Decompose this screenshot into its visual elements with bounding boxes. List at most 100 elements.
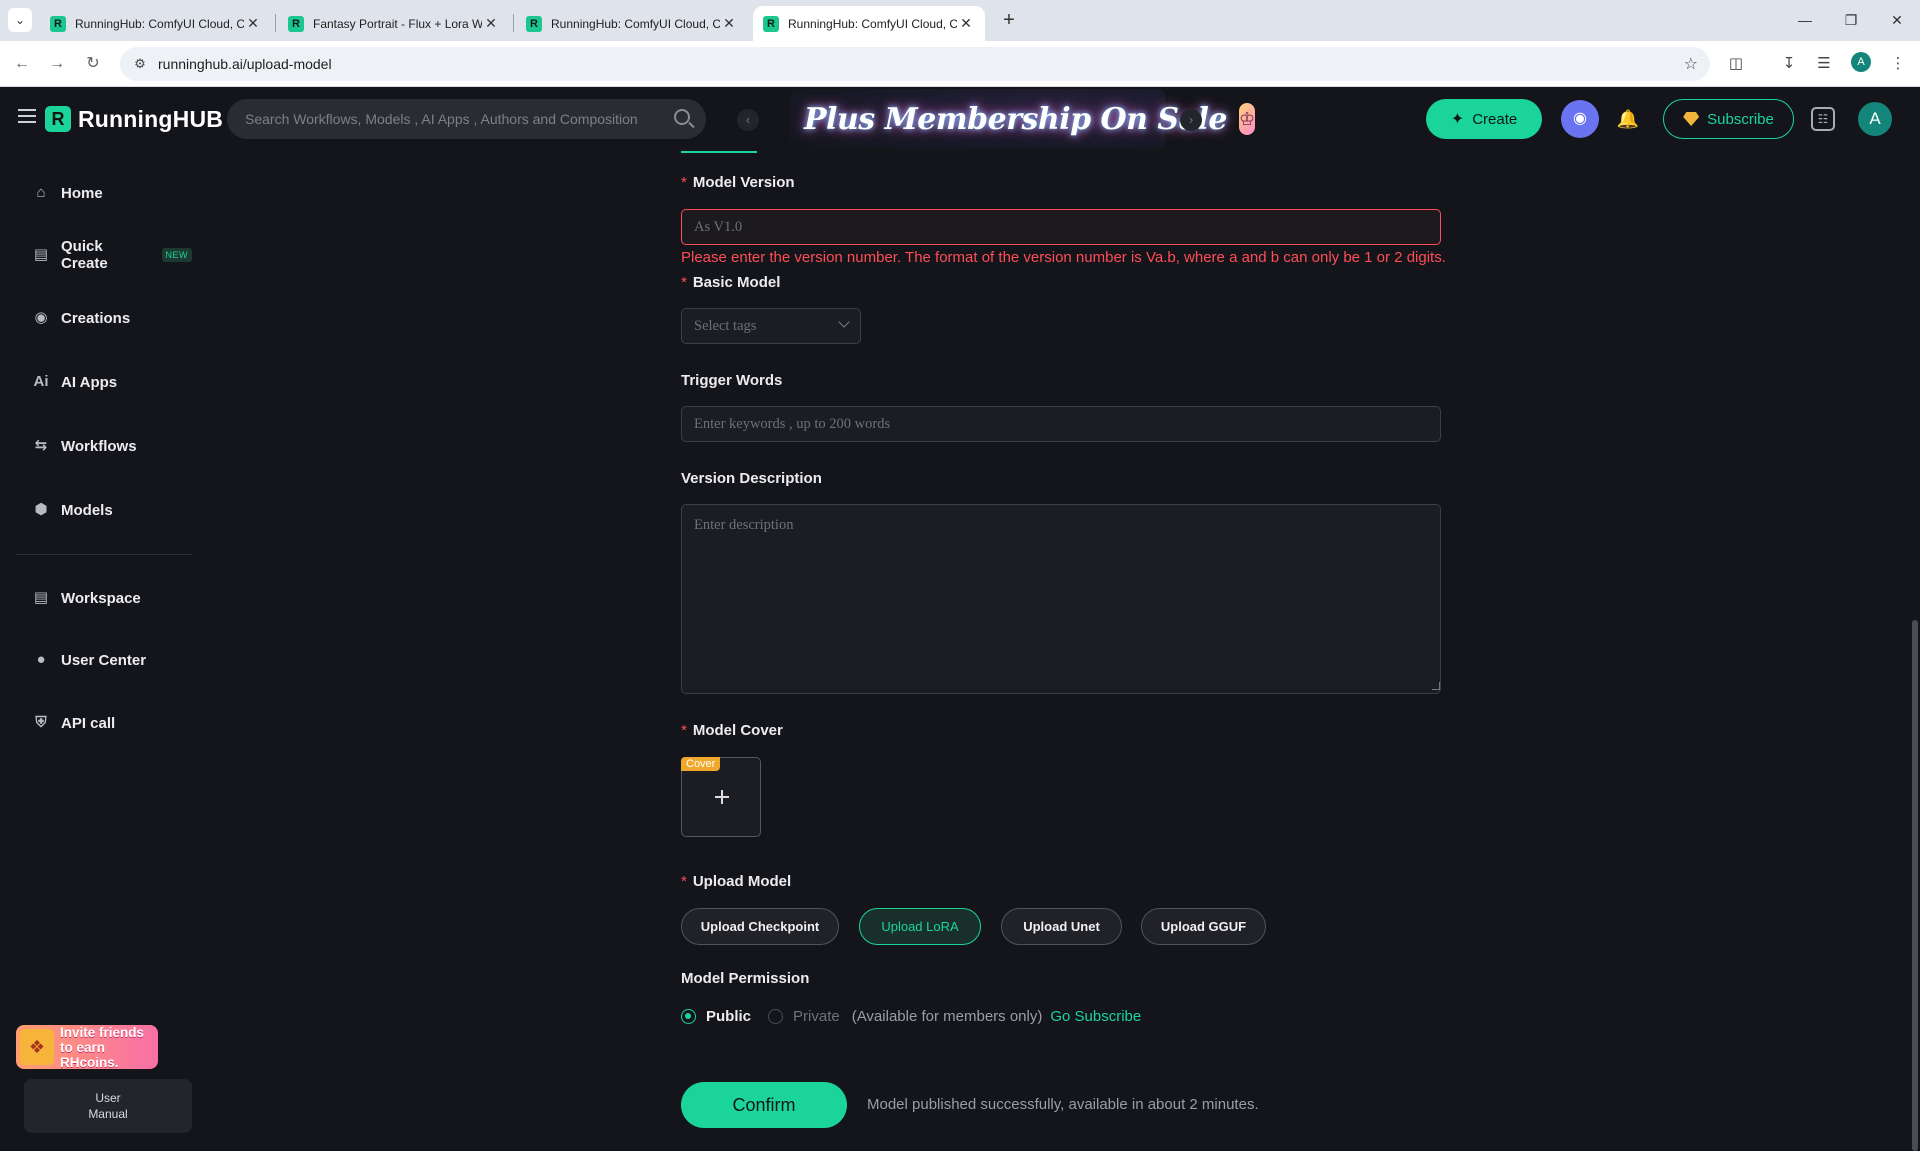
menu-hamburger-icon[interactable] [18,109,36,123]
restore-window-icon[interactable]: ❐ [1836,8,1866,32]
active-step-indicator [681,151,757,153]
cover-tag: Cover [681,757,721,771]
cover-upload-box[interactable]: Cover [681,757,761,837]
model-version-input[interactable] [681,209,1441,245]
go-subscribe-link[interactable]: Go Subscribe [1050,1008,1141,1025]
api-icon: ⛨ [35,714,47,731]
browser-profile-avatar[interactable]: A [1851,52,1871,72]
upload-checkpoint-button[interactable]: Upload Checkpoint [681,908,839,945]
basic-model-select[interactable]: Select tags [681,308,861,344]
sidebar-item-models[interactable]: ⬢ Models [16,490,192,530]
private-radio[interactable] [768,1008,784,1024]
sidebar-item-home[interactable]: ⌂ Home [16,173,192,213]
global-search[interactable] [227,99,706,139]
runninghub-logo-icon[interactable]: R [45,106,71,132]
url-omnibox[interactable]: ⚙ runninghub.ai/upload-model ☆ [120,47,1710,81]
public-radio[interactable] [681,1008,696,1024]
trigger-words-input[interactable] [681,406,1441,442]
sidebar-item-workflows[interactable]: ⇆ Workflows [16,426,192,466]
site-info-icon[interactable]: ⚙ [126,56,154,72]
new-badge: NEW [161,248,192,262]
required-asterisk: * [681,722,687,739]
carousel-prev-icon[interactable]: ‹ [737,109,759,131]
create-button[interactable]: ✦ Create [1426,99,1542,139]
trigger-words-label: Trigger Words [681,372,783,389]
textarea-resize-handle[interactable] [1432,682,1440,690]
required-asterisk: * [681,174,687,191]
back-arrow-icon[interactable]: ← [10,52,34,76]
tab-title: RunningHub: ComfyUI Cloud, C [75,16,244,31]
model-cover-label: * Model Cover [681,722,783,739]
close-tab-icon[interactable]: ✕ [244,15,262,32]
notification-bell-icon[interactable]: 🔔 [1616,107,1640,131]
upload-gguf-button[interactable]: Upload GGUF [1141,908,1266,945]
downloads-icon[interactable]: ↧ [1777,52,1801,76]
workspace-icon: ▤ [33,589,49,606]
bookmark-star-icon[interactable]: ☆ [1684,54,1698,74]
sidebar-item-creations[interactable]: ◉ Creations [16,298,192,338]
upload-lora-button[interactable]: Upload LoRA [859,908,981,945]
carousel-next-icon[interactable]: › [1180,109,1202,131]
ai-apps-icon: Ai [33,373,49,390]
private-label[interactable]: Private [793,1008,840,1025]
search-input[interactable] [245,111,665,127]
language-switch-icon[interactable]: ☷ [1811,107,1835,131]
logo-text[interactable]: RunningHUB [78,106,223,133]
close-tab-icon[interactable]: ✕ [482,15,500,32]
invite-line-1: Invite friends [60,1024,145,1040]
close-tab-icon[interactable]: ✕ [957,15,975,32]
create-label: Create [1472,110,1518,128]
invite-friends-banner[interactable]: ❖ Invite friends to earn RHcoins. [16,1025,158,1070]
close-window-icon[interactable]: ✕ [1882,8,1912,32]
model-version-label: * Model Version [681,174,795,191]
subscribe-button[interactable]: Subscribe [1663,99,1794,139]
page-scrollbar[interactable] [1912,620,1918,1151]
url-text[interactable]: runninghub.ai/upload-model [158,56,332,72]
sidebar-item-label: Workflows [61,437,137,455]
user-manual-button[interactable]: User Manual [24,1079,192,1133]
browser-menu-icon[interactable]: ⋮ [1886,52,1910,76]
close-tab-icon[interactable]: ✕ [720,15,738,32]
permission-radio-group: Public Private (Available for members on… [681,1006,1141,1026]
publish-status-note: Model published successfully, available … [867,1096,1259,1113]
sidebar-item-label: AI Apps [61,373,118,391]
reload-icon[interactable]: ↻ [81,52,105,76]
sidebar-item-user-center[interactable]: ● User Center [16,640,192,680]
sidebar-item-workspace[interactable]: ▤ Workspace [16,578,192,618]
forward-arrow-icon[interactable]: → [45,52,69,76]
basic-model-label: * Basic Model [681,274,780,291]
promo-banner[interactable]: Plus Membership On Sale ♔ [790,89,1256,149]
home-icon: ⌂ [36,184,46,201]
invite-text: Invite friends to earn RHcoins. [60,1025,158,1070]
user-avatar[interactable]: A [1858,102,1892,136]
runninghub-favicon-icon: R [526,15,542,32]
media-controls-icon[interactable]: ☰ [1812,52,1836,76]
magic-wand-icon: ✦ [1450,111,1465,128]
tab-title: Fantasy Portrait - Flux + Lora W [313,16,482,31]
runninghub-favicon-icon: R [763,15,779,32]
confirm-button[interactable]: Confirm [681,1082,847,1128]
search-icon[interactable] [674,109,690,125]
browser-tab-1[interactable]: R RunningHub: ComfyUI Cloud, C ✕ [40,6,272,41]
new-tab-button[interactable]: + [996,8,1022,34]
version-description-textarea[interactable] [681,504,1441,694]
sidebar-item-api-call[interactable]: ⛨ API call [16,703,192,743]
public-label[interactable]: Public [706,1008,751,1025]
sidebar-item-quick-create[interactable]: ▤ Quick Create NEW [16,235,192,275]
extensions-icon[interactable]: ◫ [1724,52,1748,76]
models-icon: ⬢ [34,501,48,518]
sidebar-item-label: Quick Create [61,238,108,272]
minimize-window-icon[interactable]: — [1790,8,1820,32]
manual-line-1: User [95,1091,121,1105]
tab-separator [275,14,276,32]
browser-tab-3[interactable]: R RunningHub: ComfyUI Cloud, C ✕ [516,6,748,41]
browser-tab-4-active[interactable]: R RunningHub: ComfyUI Cloud, C ✕ [753,6,985,41]
version-description-label: Version Description [681,470,822,487]
upload-unet-button[interactable]: Upload Unet [1001,908,1122,945]
discord-icon[interactable]: ◉ [1561,100,1599,138]
sidebar-item-ai-apps[interactable]: Ai AI Apps [16,362,192,402]
quick-create-icon: ▤ [33,246,49,263]
browser-tab-2[interactable]: R Fantasy Portrait - Flux + Lora W ✕ [278,6,510,41]
label-text: Model Version [692,174,795,191]
tab-search-button[interactable]: ⌄ [8,8,32,32]
